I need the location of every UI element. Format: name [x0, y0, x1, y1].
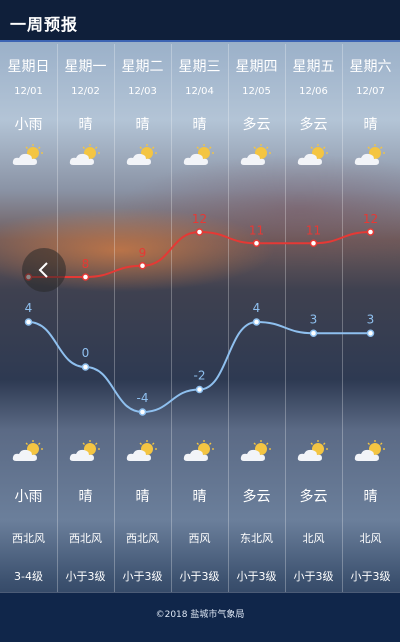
low-temp-label: 3	[367, 312, 375, 326]
high-temp-label: 12	[363, 212, 378, 226]
high-temp-point	[138, 262, 147, 270]
high-temp-point	[366, 228, 375, 236]
low-temp-label: 4	[25, 301, 33, 315]
low-temp-label: 3	[310, 312, 318, 326]
low-temp-point	[252, 318, 261, 326]
high-temp-point	[81, 273, 90, 281]
low-temp-point	[366, 329, 375, 337]
low-temp-label: 0	[82, 346, 90, 360]
low-temp-label: -4	[137, 391, 149, 405]
footer: ©2018 盐城市气象局	[0, 592, 400, 642]
low-temp-point	[309, 329, 318, 337]
low-temp-label: 4	[253, 301, 261, 315]
low-temp-point	[195, 385, 204, 394]
low-temp-line	[28, 320, 371, 414]
high-temp-point	[252, 239, 261, 247]
high-temp-point	[195, 228, 204, 236]
low-temp-point	[24, 318, 33, 326]
low-temp-point	[81, 363, 90, 371]
high-temp-label: 11	[249, 223, 264, 237]
temperature-chart: 8 9 12 11 11 12 4 0 -4 -2 4 3 3	[24, 212, 378, 416]
high-temp-label: 11	[306, 223, 321, 237]
low-temp-point	[138, 408, 147, 416]
chevron-left-icon	[38, 262, 48, 278]
high-temp-label: 8	[82, 257, 90, 271]
high-temp-label: 9	[139, 246, 147, 260]
prev-week-button[interactable]	[22, 248, 66, 292]
high-temp-label: 12	[192, 212, 207, 226]
high-temp-line	[28, 230, 371, 278]
footer-copyright: ©2018 盐城市气象局	[155, 610, 245, 620]
low-temp-label: -2	[194, 369, 206, 383]
high-temp-point	[309, 239, 318, 247]
